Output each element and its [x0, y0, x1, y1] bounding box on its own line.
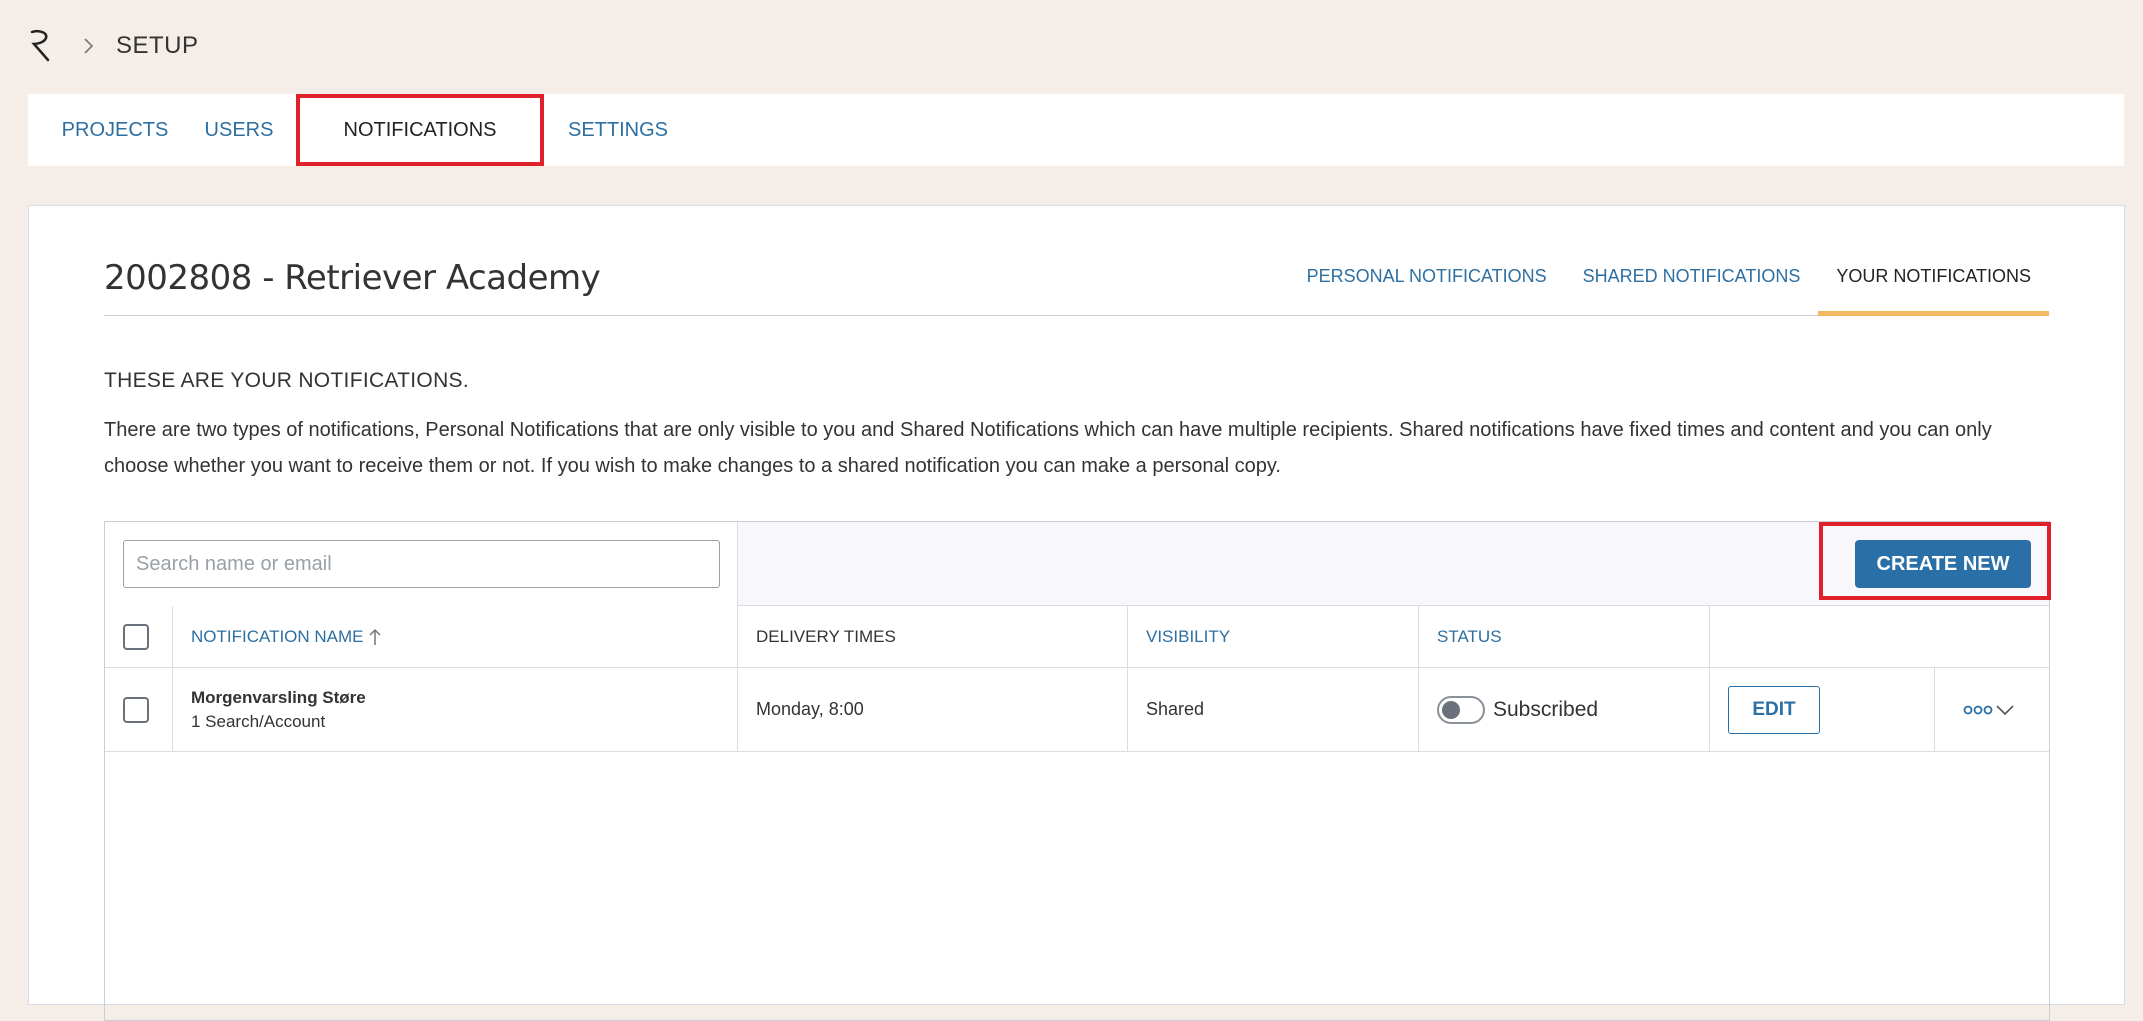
- tab-personal-notifications[interactable]: PERSONAL NOTIFICATIONS: [1289, 258, 1565, 316]
- search-input[interactable]: [123, 540, 720, 588]
- tab-users[interactable]: USERS: [204, 94, 274, 166]
- row-more-cell: [1935, 668, 2049, 751]
- page-title: 2002808 - Retriever Academy: [104, 258, 601, 298]
- select-all-checkbox[interactable]: [123, 623, 149, 650]
- title-row: 2002808 - Retriever Academy PERSONAL NOT…: [104, 206, 2049, 316]
- visibility-value: Shared: [1146, 699, 1205, 719]
- table-toolbar: CREATE NEW: [105, 522, 2051, 606]
- tab-shared-notifications[interactable]: SHARED NOTIFICATIONS: [1565, 258, 1819, 316]
- column-header-delivery: DELIVERY TIMES: [738, 606, 1128, 667]
- column-header-actions: [1710, 606, 2049, 667]
- tab-your-notifications[interactable]: YOUR NOTIFICATIONS: [1818, 258, 2049, 316]
- column-header-status[interactable]: STATUS: [1419, 606, 1710, 667]
- create-new-button[interactable]: CREATE NEW: [1855, 540, 2031, 588]
- top-bar: SETUP: [0, 0, 2143, 92]
- retriever-logo-icon[interactable]: [28, 26, 54, 66]
- row-checkbox[interactable]: [123, 696, 149, 723]
- column-delivery-label: DELIVERY TIMES: [756, 626, 896, 646]
- column-header-visibility[interactable]: VISIBILITY: [1128, 606, 1419, 667]
- tab-settings[interactable]: SETTINGS: [544, 94, 692, 166]
- table-header: NOTIFICATION NAME DELIVERY TIMES VISIBIL…: [105, 606, 2049, 668]
- subscribe-toggle[interactable]: [1437, 695, 1485, 724]
- delivery-times-value: Monday, 8:00: [756, 699, 864, 719]
- row-select-cell: [105, 668, 173, 751]
- table-row: Morgenvarsling Støre 1 Search/Account Mo…: [105, 668, 2049, 752]
- notification-name: Morgenvarsling Støre: [191, 687, 366, 707]
- create-new-highlight: CREATE NEW: [1819, 522, 2051, 600]
- row-visibility-cell: Shared: [1128, 668, 1419, 751]
- toggle-knob: [1442, 700, 1460, 719]
- column-visibility-label[interactable]: VISIBILITY: [1146, 627, 1230, 647]
- column-header-name[interactable]: NOTIFICATION NAME: [173, 606, 738, 667]
- column-name-label[interactable]: NOTIFICATION NAME: [191, 627, 364, 647]
- row-edit-cell: EDIT: [1710, 668, 1935, 751]
- row-name-cell: Morgenvarsling Støre 1 Search/Account: [173, 668, 738, 751]
- main-nav-tabs: PROJECTS USERS NOTIFICATIONS SETTINGS: [28, 94, 2124, 166]
- notifications-panel: 2002808 - Retriever Academy PERSONAL NOT…: [28, 205, 2125, 1021]
- arrow-up-icon[interactable]: [368, 627, 382, 647]
- row-delivery-cell: Monday, 8:00: [738, 668, 1128, 751]
- more-options-icon[interactable]: [1963, 700, 2023, 720]
- row-status-cell: Subscribed: [1419, 668, 1710, 751]
- column-status-label[interactable]: STATUS: [1437, 627, 1502, 647]
- section-heading: THESE ARE YOUR NOTIFICATIONS.: [104, 369, 469, 392]
- notification-subtitle: 1 Search/Account: [191, 711, 326, 731]
- section-description: There are two types of notifications, Pe…: [104, 419, 1992, 477]
- status-label: Subscribed: [1493, 697, 1599, 721]
- tab-notifications[interactable]: NOTIFICATIONS: [296, 94, 544, 166]
- select-all-cell: [105, 606, 173, 667]
- breadcrumb-section: SETUP: [116, 32, 199, 59]
- edit-button[interactable]: EDIT: [1728, 685, 1820, 734]
- tab-projects[interactable]: PROJECTS: [28, 94, 202, 166]
- notification-sub-tabs: PERSONAL NOTIFICATIONS SHARED NOTIFICATI…: [1289, 258, 2049, 316]
- notifications-table: CREATE NEW NOTIFICATION NAME DELIVERY TI…: [104, 521, 2051, 1021]
- chevron-right-icon: [78, 36, 98, 56]
- search-cell: [105, 522, 738, 606]
